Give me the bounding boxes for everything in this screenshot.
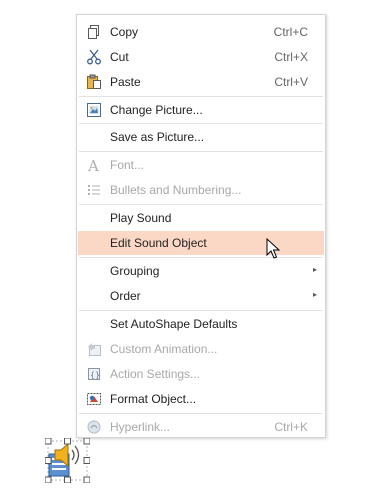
- menu-item-save-as-picture[interactable]: Save as Picture...: [78, 125, 324, 149]
- menu-item-label: Action Settings...: [110, 367, 201, 381]
- menu-item-play-sound[interactable]: Play Sound: [78, 206, 324, 230]
- menu-item-label: Order: [110, 289, 141, 303]
- menu-item-label: Change Picture...: [110, 103, 203, 117]
- menu-item-bullets-and-numbering[interactable]: Bullets and Numbering...: [78, 178, 324, 202]
- menu-item-label: Format Object...: [110, 392, 197, 406]
- menu-item-label: Play Sound: [110, 211, 172, 225]
- menu-separator: [79, 310, 323, 311]
- menu-item-custom-animation[interactable]: Custom Animation...: [78, 337, 324, 361]
- paste-icon: [86, 74, 102, 90]
- menu-item-shortcut: Ctrl+C: [273, 25, 308, 39]
- menu-item-paste[interactable]: Paste Ctrl+V: [78, 70, 324, 94]
- change-picture-icon: [86, 102, 102, 118]
- menu-item-label: Hyperlink...: [110, 420, 171, 434]
- cut-icon: [86, 49, 102, 65]
- font-icon: A: [86, 157, 102, 175]
- menu-item-label: Save as Picture...: [110, 130, 205, 144]
- menu-item-font[interactable]: A Font...: [78, 153, 324, 177]
- menu-item-label: Bullets and Numbering...: [110, 183, 242, 197]
- custom-animation-icon: [86, 341, 102, 357]
- menu-separator: [79, 204, 323, 205]
- menu-item-label: Edit Sound Object: [110, 236, 207, 250]
- menu-item-hyperlink[interactable]: Hyperlink... Ctrl+K: [78, 415, 324, 439]
- menu-item-set-autoshape-defaults[interactable]: Set AutoShape Defaults: [78, 312, 324, 336]
- copy-icon: [86, 24, 102, 40]
- menu-separator: [79, 151, 323, 152]
- menu-item-cut[interactable]: Cut Ctrl+X: [78, 45, 324, 69]
- menu-item-copy[interactable]: Copy Ctrl+C: [78, 20, 324, 44]
- menu-item-order[interactable]: Order ▸: [78, 284, 324, 308]
- menu-item-shortcut: Ctrl+X: [274, 50, 308, 64]
- context-menu: Copy Ctrl+C Cut Ctrl+X Paste Ctrl+V Chan…: [76, 14, 326, 438]
- menu-item-label: Grouping: [110, 264, 160, 278]
- menu-item-grouping[interactable]: Grouping ▸: [78, 259, 324, 283]
- bullets-icon: [86, 182, 102, 198]
- menu-item-label: Font...: [110, 158, 145, 172]
- menu-item-shortcut: Ctrl+V: [274, 75, 308, 89]
- menu-separator: [79, 413, 323, 414]
- format-object-icon: [86, 391, 102, 407]
- svg-text:A: A: [87, 157, 99, 173]
- menu-item-change-picture[interactable]: Change Picture...: [78, 98, 324, 122]
- action-settings-icon: {}: [86, 366, 102, 382]
- menu-item-edit-sound-object[interactable]: Edit Sound Object: [78, 231, 324, 255]
- menu-separator: [79, 257, 323, 258]
- sound-object-icon[interactable]: [45, 438, 90, 483]
- mouse-pointer-icon: [266, 238, 280, 259]
- menu-item-label: Set AutoShape Defaults: [110, 317, 238, 331]
- submenu-arrow-icon: ▸: [312, 265, 317, 274]
- menu-item-shortcut: Ctrl+K: [274, 420, 308, 434]
- hyperlink-icon: [86, 419, 102, 435]
- slide-canvas: Copy Ctrl+C Cut Ctrl+X Paste Ctrl+V Chan…: [0, 0, 366, 495]
- menu-item-label: Copy: [110, 25, 139, 39]
- menu-item-label: Paste: [110, 75, 141, 89]
- menu-separator: [79, 123, 323, 124]
- menu-item-label: Custom Animation...: [110, 342, 218, 356]
- menu-item-action-settings[interactable]: {} Action Settings...: [78, 362, 324, 386]
- submenu-arrow-icon: ▸: [312, 290, 317, 299]
- svg-text:{}: {}: [90, 371, 100, 380]
- menu-item-format-object[interactable]: Format Object...: [78, 387, 324, 411]
- menu-item-label: Cut: [110, 50, 129, 64]
- menu-separator: [79, 96, 323, 97]
